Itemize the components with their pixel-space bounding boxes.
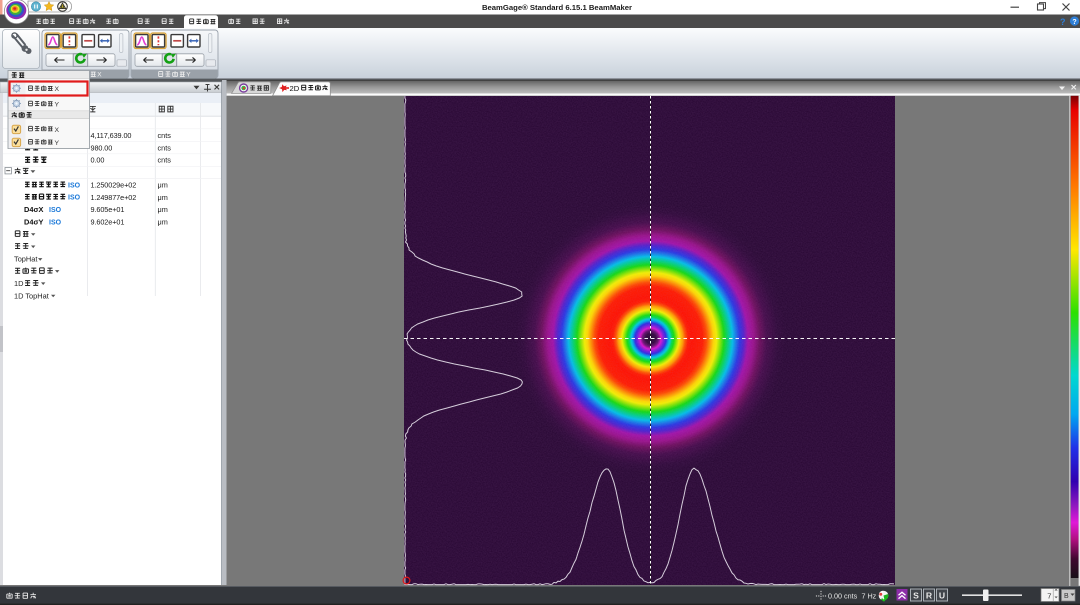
svg-text:X: X	[55, 86, 60, 93]
svg-text:ISO: ISO	[68, 195, 81, 202]
svg-text:μm: μm	[158, 205, 168, 214]
svg-text:R: R	[926, 591, 933, 601]
svg-text:μm: μm	[158, 193, 168, 202]
svg-text:S: S	[913, 591, 919, 601]
svg-text:μm: μm	[158, 218, 168, 227]
svg-text:B: B	[1064, 593, 1069, 600]
svg-text:9.605e+01: 9.605e+01	[91, 205, 125, 214]
svg-text:980.00: 980.00	[91, 143, 113, 152]
svg-text:4,117,639.00: 4,117,639.00	[91, 131, 132, 140]
svg-text:D4σY: D4σY	[24, 218, 44, 227]
svg-text:Y: Y	[55, 102, 60, 109]
svg-text:TopHat: TopHat	[14, 254, 37, 263]
svg-text:2D: 2D	[290, 84, 300, 93]
svg-text:BeamGage® Standard 6.15.1 Beam: BeamGage® Standard 6.15.1 BeamMaker	[482, 3, 632, 12]
svg-text:X: X	[97, 72, 102, 79]
svg-text:1D TopHat: 1D TopHat	[14, 291, 49, 300]
svg-text:ISO: ISO	[49, 219, 62, 226]
svg-text:D4σX: D4σX	[24, 205, 44, 214]
svg-text:7: 7	[1047, 591, 1051, 600]
svg-text:X: X	[55, 127, 60, 134]
svg-text:ISO: ISO	[68, 182, 81, 189]
svg-text:9.602e+01: 9.602e+01	[91, 218, 125, 227]
svg-text:0.00 cnts: 0.00 cnts	[828, 592, 858, 601]
svg-text:?: ?	[1060, 17, 1066, 27]
svg-text:cnts: cnts	[158, 143, 172, 152]
svg-text:cnts: cnts	[158, 156, 172, 165]
svg-text:1.249877e+02: 1.249877e+02	[91, 193, 137, 202]
svg-text:Y: Y	[55, 140, 60, 147]
svg-text:1.250029e+02: 1.250029e+02	[91, 181, 137, 190]
svg-text:0.00: 0.00	[91, 156, 105, 165]
svg-text:?: ?	[1072, 19, 1076, 26]
svg-text:Y: Y	[186, 72, 191, 79]
svg-text:1D: 1D	[14, 279, 23, 288]
svg-text:7 Hz: 7 Hz	[862, 592, 877, 601]
svg-text:cnts: cnts	[158, 131, 172, 140]
svg-text:ISO: ISO	[49, 207, 62, 214]
svg-text:U: U	[939, 591, 945, 601]
svg-text:μm: μm	[158, 181, 168, 190]
